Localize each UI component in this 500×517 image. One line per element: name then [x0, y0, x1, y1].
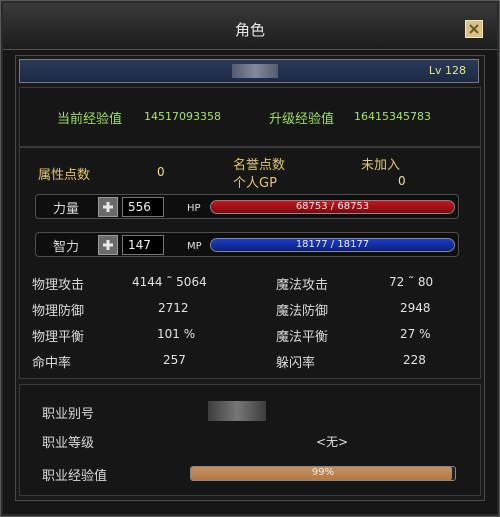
character-name-bar: Lv 128	[19, 59, 479, 83]
phys-atk-value: 4144 ˜ 5064	[132, 275, 207, 289]
intelligence-value: 147	[122, 235, 164, 255]
exp-section: 当前经验值 14517093358 升级经验值 16415345783	[19, 87, 481, 147]
close-button[interactable]	[465, 20, 483, 38]
intelligence-plus-button[interactable]	[98, 235, 118, 255]
attr-points-label: 属性点数	[38, 168, 91, 183]
hp-bar: 68753 / 68753	[210, 200, 455, 214]
intelligence-label: 智力	[53, 240, 80, 255]
personal-gp-value: 0	[398, 174, 406, 188]
window-title: 角色	[234, 21, 265, 39]
phys-def-value: 2712	[158, 301, 189, 315]
mp-bar-text: 18177 / 18177	[295, 239, 370, 250]
strength-label: 力量	[53, 202, 80, 217]
hp-bar-text: 68753 / 68753	[295, 201, 370, 212]
dodge-rate-label: 躲闪率	[276, 356, 316, 371]
honor-points-value: 未加入	[361, 158, 401, 173]
close-icon	[469, 24, 479, 34]
phys-bal-value: 101 %	[157, 327, 196, 341]
hit-rate-label: 命中率	[32, 356, 72, 371]
upgrade-exp-label: 升级经验值	[269, 112, 335, 127]
job-alias-label: 职业别号	[42, 407, 95, 422]
hp-label: HP	[187, 203, 201, 214]
mp-bar: 18177 / 18177	[210, 238, 455, 252]
attr-points-value: 0	[157, 165, 165, 179]
job-level-label: 职业等级	[42, 436, 95, 451]
strength-value: 556	[122, 197, 164, 217]
job-section: 职业别号 职业等级 <无> 职业经验值 99%	[19, 384, 481, 496]
stats-section: 属性点数 0 名誉点数 未加入 个人GP 0 力量 556 HP 68753 /…	[19, 147, 481, 379]
job-exp-label: 职业经验值	[42, 469, 108, 484]
mag-atk-value: 72 ˜ 80	[389, 275, 434, 289]
job-level-value: <无>	[316, 435, 349, 449]
title-bar[interactable]: 角色	[3, 3, 497, 50]
mag-atk-label: 魔法攻击	[276, 278, 329, 293]
phys-def-label: 物理防御	[32, 304, 85, 319]
strength-plus-button[interactable]	[98, 197, 118, 217]
plus-icon	[103, 202, 113, 212]
current-exp-value: 14517093358	[144, 110, 221, 123]
hit-rate-value: 257	[163, 353, 186, 367]
job-alias-redacted	[208, 401, 266, 421]
job-exp-bar-text: 99%	[311, 467, 335, 478]
personal-gp-label: 个人GP	[233, 176, 277, 191]
honor-points-label: 名誉点数	[233, 158, 286, 173]
phys-atk-label: 物理攻击	[32, 278, 85, 293]
mag-bal-label: 魔法平衡	[276, 330, 329, 345]
upgrade-exp-value: 16415345783	[354, 110, 431, 123]
mp-label: MP	[187, 241, 202, 252]
mag-bal-value: 27 %	[400, 327, 431, 341]
dodge-rate-value: 228	[403, 353, 426, 367]
character-name-redacted	[232, 64, 278, 78]
character-window: 角色 Lv 128 当前经验值 14517093358 升级经验值 164153…	[0, 0, 500, 517]
level-text: Lv 128	[428, 64, 466, 77]
phys-bal-label: 物理平衡	[32, 330, 85, 345]
job-exp-bar: 99%	[190, 466, 456, 481]
mag-def-label: 魔法防御	[276, 304, 329, 319]
current-exp-label: 当前经验值	[57, 112, 123, 127]
mag-def-value: 2948	[400, 301, 431, 315]
plus-icon	[103, 240, 113, 250]
